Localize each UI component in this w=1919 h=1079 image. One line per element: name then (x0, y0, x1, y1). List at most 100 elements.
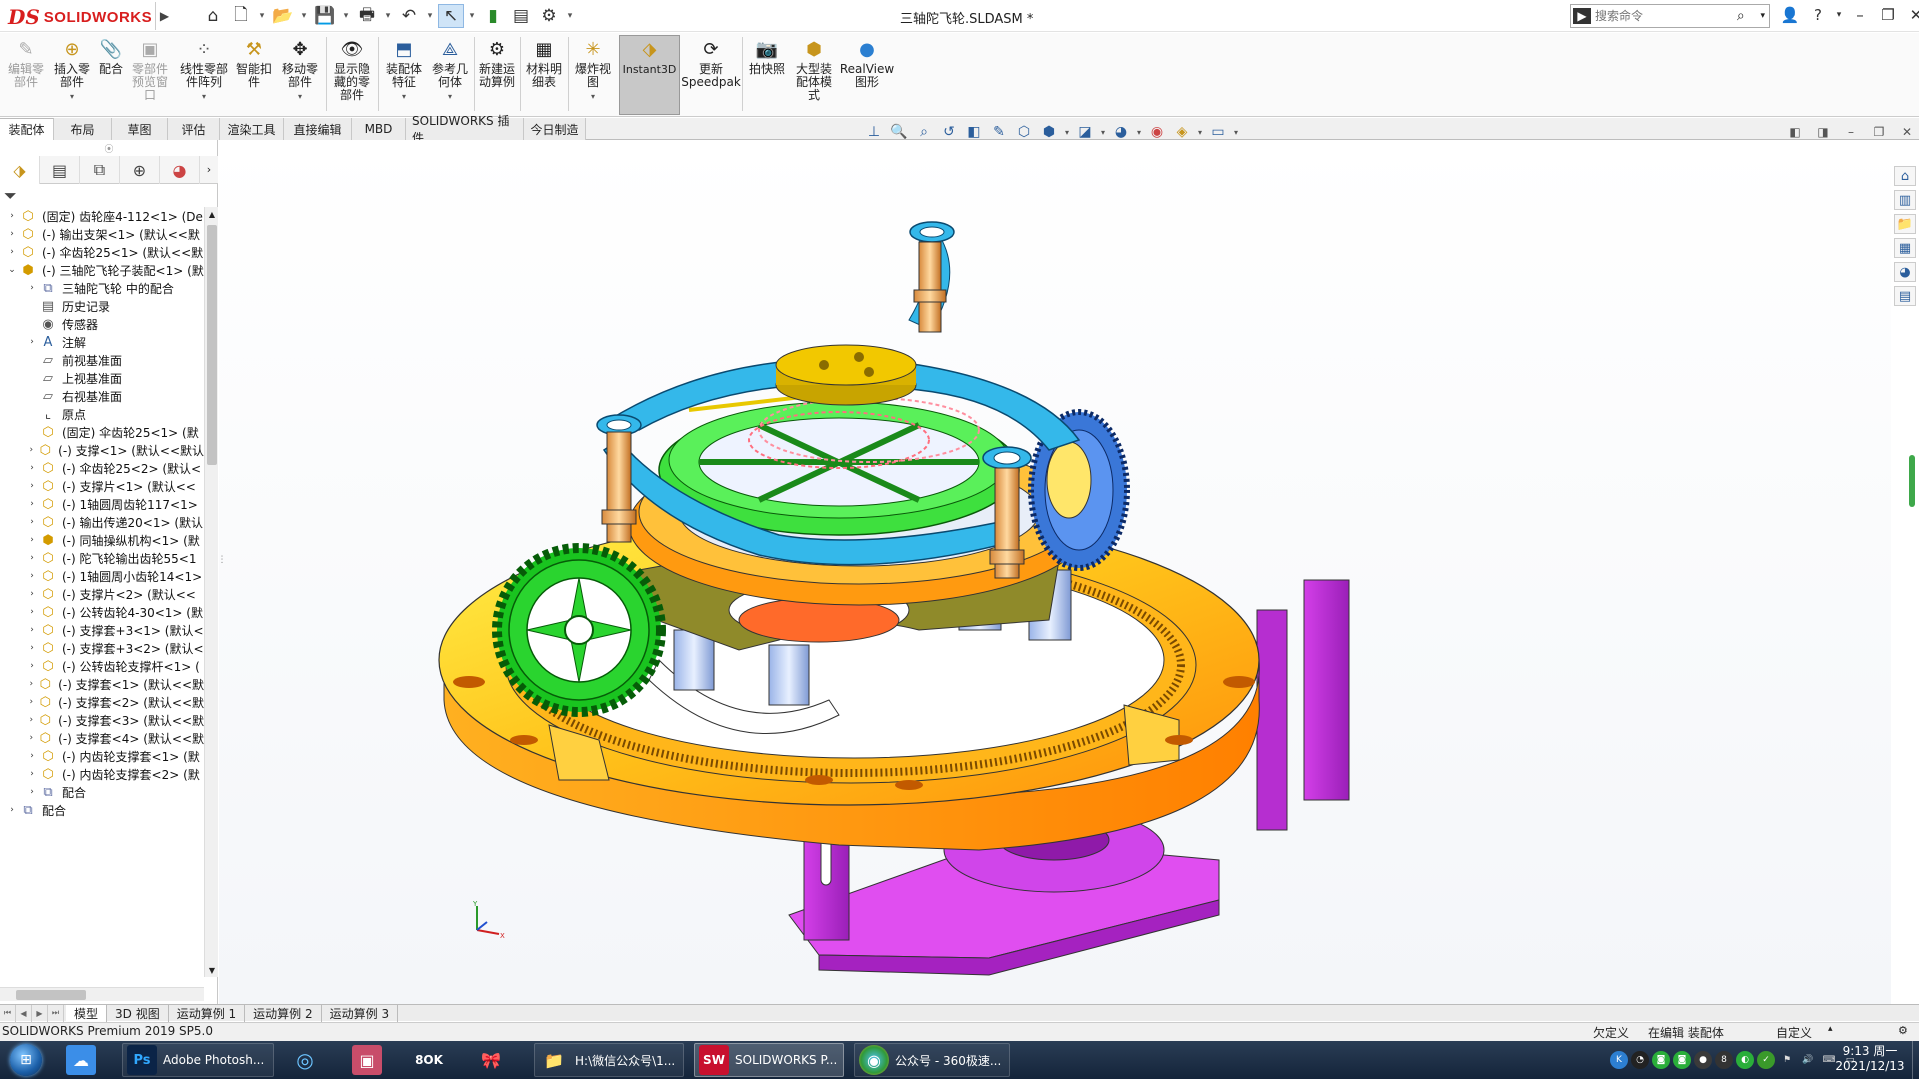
tree-horizontal-scrollbar[interactable] (0, 987, 204, 1001)
save-dropdown-icon[interactable]: ▾ (340, 4, 352, 28)
expand-arrow-icon[interactable]: › (26, 481, 38, 491)
tree-item[interactable]: › ⬡ (-) 公转齿轮支撑杆<1> ( (0, 657, 204, 675)
tab-sketch[interactable]: 草图 (112, 118, 168, 140)
search-dropdown-icon[interactable]: ▾ (1760, 11, 1765, 21)
undo-dropdown-icon[interactable]: ▾ (424, 4, 436, 28)
expand-arrow-icon[interactable]: › (26, 679, 37, 689)
display-pane-dropdown-icon[interactable]: ▾ (1231, 128, 1241, 137)
prev-tab-icon[interactable]: ◀ (16, 1004, 32, 1022)
tree-item[interactable]: › ⬡ (-) 内齿轮支撑套<1> (默 (0, 747, 204, 765)
expand-arrow-icon[interactable]: › (26, 535, 38, 545)
mate-button[interactable]: 📎 配合 (96, 37, 126, 76)
file-properties-icon[interactable]: ▤ (508, 4, 534, 28)
tray-security-icon[interactable]: ✓ (1757, 1051, 1775, 1069)
expand-arrow-icon[interactable]: › (26, 499, 38, 509)
print-icon[interactable]: 🖶 (354, 4, 380, 28)
edit-component-button[interactable]: ✎ 编辑零 部件 (6, 37, 46, 89)
smart-fastener-button[interactable]: ⚒ 智能扣 件 (234, 37, 274, 89)
large-assembly-mode-button[interactable]: ⬢ 大型装 配体模 式 (792, 37, 836, 102)
tray-wechat-icon[interactable]: ◙ (1652, 1051, 1670, 1069)
scene-icon[interactable]: ◉ (1145, 121, 1169, 143)
tree-item[interactable]: › ⬡ (-) 内齿轮支撑套<2> (默 (0, 765, 204, 783)
previous-view-icon[interactable]: ↺ (937, 121, 961, 143)
viewport-tile-left-icon[interactable]: ◧ (1784, 122, 1806, 142)
select-dropdown-icon[interactable]: ▾ (466, 4, 478, 28)
exploded-view-dropdown-icon[interactable]: ▾ (591, 90, 595, 103)
tray-status-icon[interactable]: ● (1694, 1051, 1712, 1069)
tab-motion-study-3[interactable]: 运动算例 3 (322, 1004, 399, 1022)
quick-tips-icon[interactable]: ⚙ (1898, 1024, 1908, 1037)
close-icon[interactable]: ✕ (1904, 2, 1919, 28)
viewport-tile-right-icon[interactable]: ◨ (1812, 122, 1834, 142)
system-clock[interactable]: 9:13 周一 2021/12/13 (1830, 1044, 1910, 1074)
linear-pattern-button[interactable]: ⁘ 线性零部 件阵列 ▾ (176, 37, 232, 103)
tree-item[interactable]: › ⬡ (-) 支撑套<4> (默认<<默 (0, 729, 204, 747)
taskbar-baidu-netdisk[interactable]: ☁ (62, 1043, 114, 1077)
zoom-to-area-icon[interactable]: ⌕ (912, 121, 936, 143)
open-icon[interactable]: 📂 (270, 4, 296, 28)
tree-item[interactable]: ⌄ ⬢ (-) 三轴陀飞轮子装配<1> (默 (0, 261, 204, 279)
expand-arrow-icon[interactable]: › (26, 697, 37, 707)
tree-item[interactable]: › ⬡ (-) 输出传递20<1> (默认 (0, 513, 204, 531)
taskbar-browser[interactable]: ◎ (286, 1043, 338, 1077)
taskbar-ribbon-app[interactable]: 🎀 (472, 1043, 524, 1077)
assembly-feature-button[interactable]: ⬒ 装配体 特征 ▾ (382, 37, 426, 103)
configuration-manager-tab-icon[interactable]: ⧉ (80, 156, 120, 184)
tree-item[interactable]: ▱ 右视基准面 (0, 387, 204, 405)
taskbar-explorer[interactable]: 📁 H:\微信公众号\1... (534, 1043, 684, 1077)
tree-filter-icon[interactable]: ⏷ (0, 185, 218, 207)
viewport-restore-icon[interactable]: ❐ (1868, 122, 1890, 142)
realview-graphics-button[interactable]: ● RealView 图形 (840, 37, 894, 89)
display-pane-icon[interactable]: ▭ (1206, 121, 1230, 143)
tray-qq-icon[interactable]: ◔ (1631, 1051, 1649, 1069)
tray-wechat2-icon[interactable]: ◙ (1673, 1051, 1691, 1069)
edit-appearance-icon[interactable]: ◕ (1109, 121, 1133, 143)
zoom-to-fit-icon[interactable]: 🔍 (887, 121, 911, 143)
top-cap-disc[interactable] (775, 344, 917, 406)
file-explorer-icon[interactable]: 📁 (1894, 214, 1916, 234)
tree-item[interactable]: › ⬢ (-) 同轴操纵机构<1> (默 (0, 531, 204, 549)
expand-arrow-icon[interactable]: › (6, 805, 18, 815)
expand-arrow-icon[interactable]: › (26, 661, 38, 671)
user-account-icon[interactable]: 👤 (1778, 2, 1802, 28)
expand-arrow-icon[interactable]: › (26, 751, 38, 761)
tree-item[interactable]: ▤ 历史记录 (0, 297, 204, 315)
options-dropdown-icon[interactable]: ▾ (564, 4, 576, 28)
preview-window-button[interactable]: ▣ 零部件 预览窗 口 (128, 37, 172, 102)
expand-arrow-icon[interactable]: › (26, 571, 38, 581)
tree-item[interactable]: › ⬡ (-) 支撑套+3<2> (默认< (0, 639, 204, 657)
tab-mbd[interactable]: MBD (352, 118, 406, 140)
new-document-icon[interactable]: 🗋 (228, 4, 254, 28)
design-library-icon[interactable]: ▥ (1894, 190, 1916, 210)
expand-arrow-icon[interactable]: › (26, 715, 37, 725)
tree-item[interactable]: › ⧉ 三轴陀飞轮 中的配合 (0, 279, 204, 297)
tree-item[interactable]: ◉ 传感器 (0, 315, 204, 333)
search-input[interactable] (1595, 9, 1725, 23)
show-desktop-button[interactable] (1912, 1041, 1919, 1079)
exploded-view-button[interactable]: ✳ 爆炸视 图 ▾ (572, 37, 614, 103)
panel-splitter-icon[interactable]: ⋮ (218, 540, 227, 580)
view-settings-dropdown-icon[interactable]: ▾ (1195, 128, 1205, 137)
restore-icon[interactable]: ❐ (1876, 2, 1900, 28)
expand-arrow-icon[interactable]: › (26, 517, 38, 527)
taskbar-photoshop[interactable]: Ps Adobe Photosh... (122, 1043, 274, 1077)
unit-system[interactable]: 自定义 (1776, 1024, 1812, 1041)
view-settings-icon[interactable]: ◈ (1170, 121, 1194, 143)
scroll-up-icon[interactable]: ▲ (205, 207, 219, 221)
taskbar-bok-app[interactable]: 8OK (410, 1043, 462, 1077)
tab-model[interactable]: 模型 (66, 1004, 108, 1022)
tree-scroll-thumb[interactable] (207, 225, 217, 465)
open-dropdown-icon[interactable]: ▾ (298, 4, 310, 28)
view-palette-icon[interactable]: ▦ (1894, 238, 1916, 258)
tree-item[interactable]: › ⬡ (-) 公转齿轮4-30<1> (默 (0, 603, 204, 621)
linear-pattern-dropdown-icon[interactable]: ▾ (202, 90, 206, 103)
tree-item[interactable]: › ⬡ (-) 支撑套<1> (默认<<默 (0, 675, 204, 693)
expand-arrow-icon[interactable]: › (26, 643, 38, 653)
tab-solidworks-addins[interactable]: SOLIDWORKS 插件 (406, 114, 524, 145)
view-orientation-icon[interactable]: ⬡ (1012, 121, 1036, 143)
tab-evaluate[interactable]: 评估 (168, 118, 220, 140)
tree-item[interactable]: › ⬡ (-) 伞齿轮25<2> (默认< (0, 459, 204, 477)
tree-item[interactable]: › ⬡ (-) 支撑套<2> (默认<<默 (0, 693, 204, 711)
home-icon[interactable]: ⌂ (200, 4, 226, 28)
tab-motion-study-2[interactable]: 运动算例 2 (245, 1004, 322, 1022)
